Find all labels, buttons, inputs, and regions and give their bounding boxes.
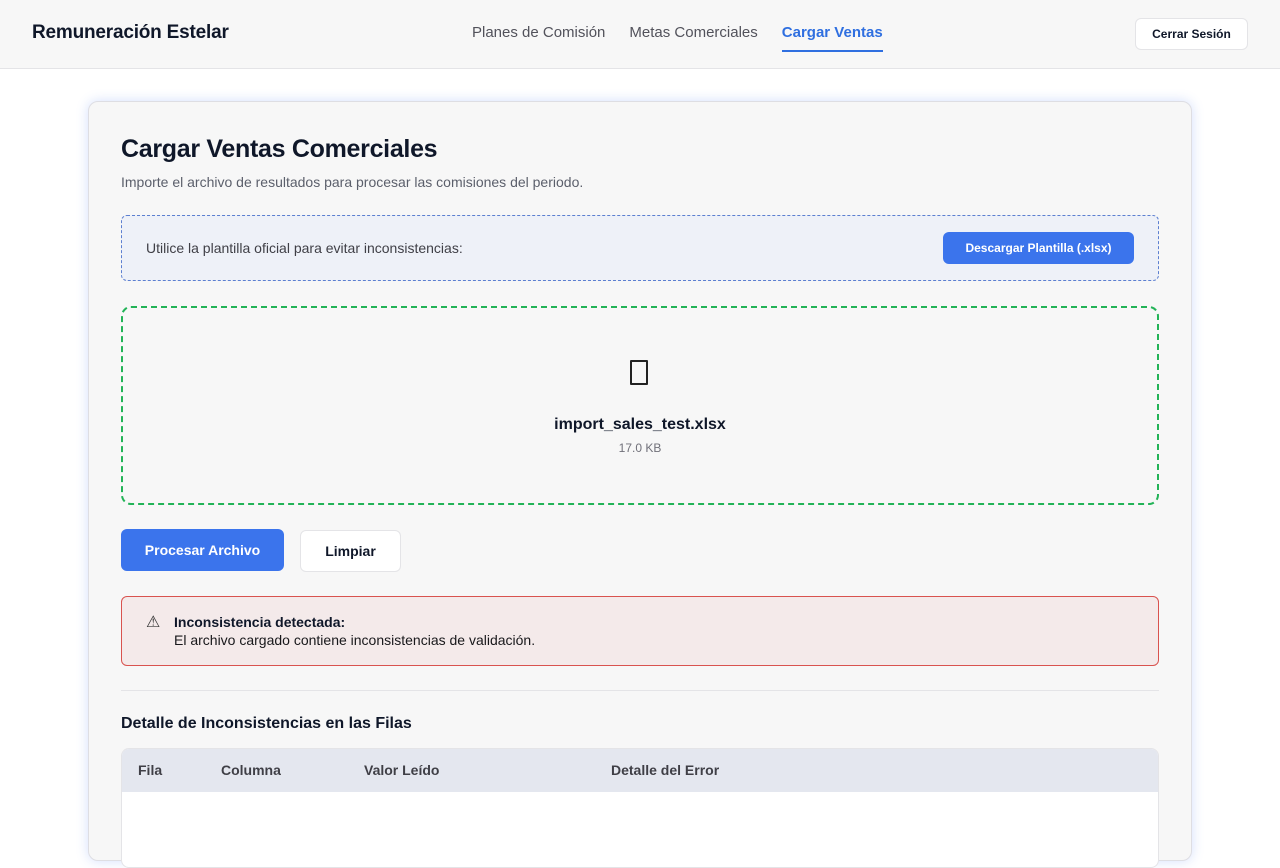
- uploaded-file-name: import_sales_test.xlsx: [554, 416, 726, 433]
- uploaded-file-size: 17.0 KB: [618, 441, 662, 455]
- column-header-columna: Columna: [221, 762, 281, 778]
- clear-button[interactable]: Limpiar: [300, 530, 401, 572]
- nav-tab-metas-comerciales[interactable]: Metas Comerciales: [629, 0, 757, 52]
- nav-tab-planes-comision[interactable]: Planes de Comisión: [472, 0, 605, 52]
- alert-message: El archivo cargado contiene inconsistenc…: [174, 632, 536, 648]
- page-subtitle: Importe el archivo de resultados para pr…: [121, 174, 584, 190]
- errors-table-header: Fila Columna Valor Leído Detalle del Err…: [122, 749, 1158, 792]
- error-alert: ⚠ Inconsistencia detectada: El archivo c…: [121, 596, 1159, 666]
- errors-table: Fila Columna Valor Leído Detalle del Err…: [121, 748, 1159, 868]
- file-dropzone[interactable]: import_sales_test.xlsx 17.0 KB: [121, 306, 1159, 505]
- warning-icon: ⚠: [146, 614, 161, 631]
- process-file-button[interactable]: Procesar Archivo: [121, 529, 284, 571]
- errors-section-title: Detalle de Inconsistencias en las Filas: [121, 715, 412, 732]
- logout-button[interactable]: Cerrar Sesión: [1135, 18, 1248, 50]
- top-navbar: Remuneración Estelar Planes de Comisión …: [0, 0, 1280, 69]
- template-notice: Utilice la plantilla oficial para evitar…: [121, 215, 1159, 281]
- section-divider: [121, 690, 1159, 691]
- file-icon: [630, 360, 648, 385]
- template-notice-text: Utilice la plantilla oficial para evitar…: [146, 240, 463, 256]
- column-header-detalle-error: Detalle del Error: [611, 762, 720, 778]
- main-nav: Planes de Comisión Metas Comerciales Car…: [472, 0, 883, 69]
- page-title: Cargar Ventas Comerciales: [121, 135, 438, 163]
- nav-tab-cargar-ventas[interactable]: Cargar Ventas: [781, 0, 883, 52]
- upload-card: Cargar Ventas Comerciales Importe el arc…: [88, 101, 1192, 868]
- download-template-button[interactable]: Descargar Plantilla (.xlsx): [943, 232, 1134, 264]
- column-header-valor-leido: Valor Leído: [364, 762, 440, 778]
- brand-title: Remuneración Estelar: [32, 22, 229, 43]
- column-header-fila: Fila: [138, 762, 163, 778]
- alert-title: Inconsistencia detectada:: [174, 614, 346, 630]
